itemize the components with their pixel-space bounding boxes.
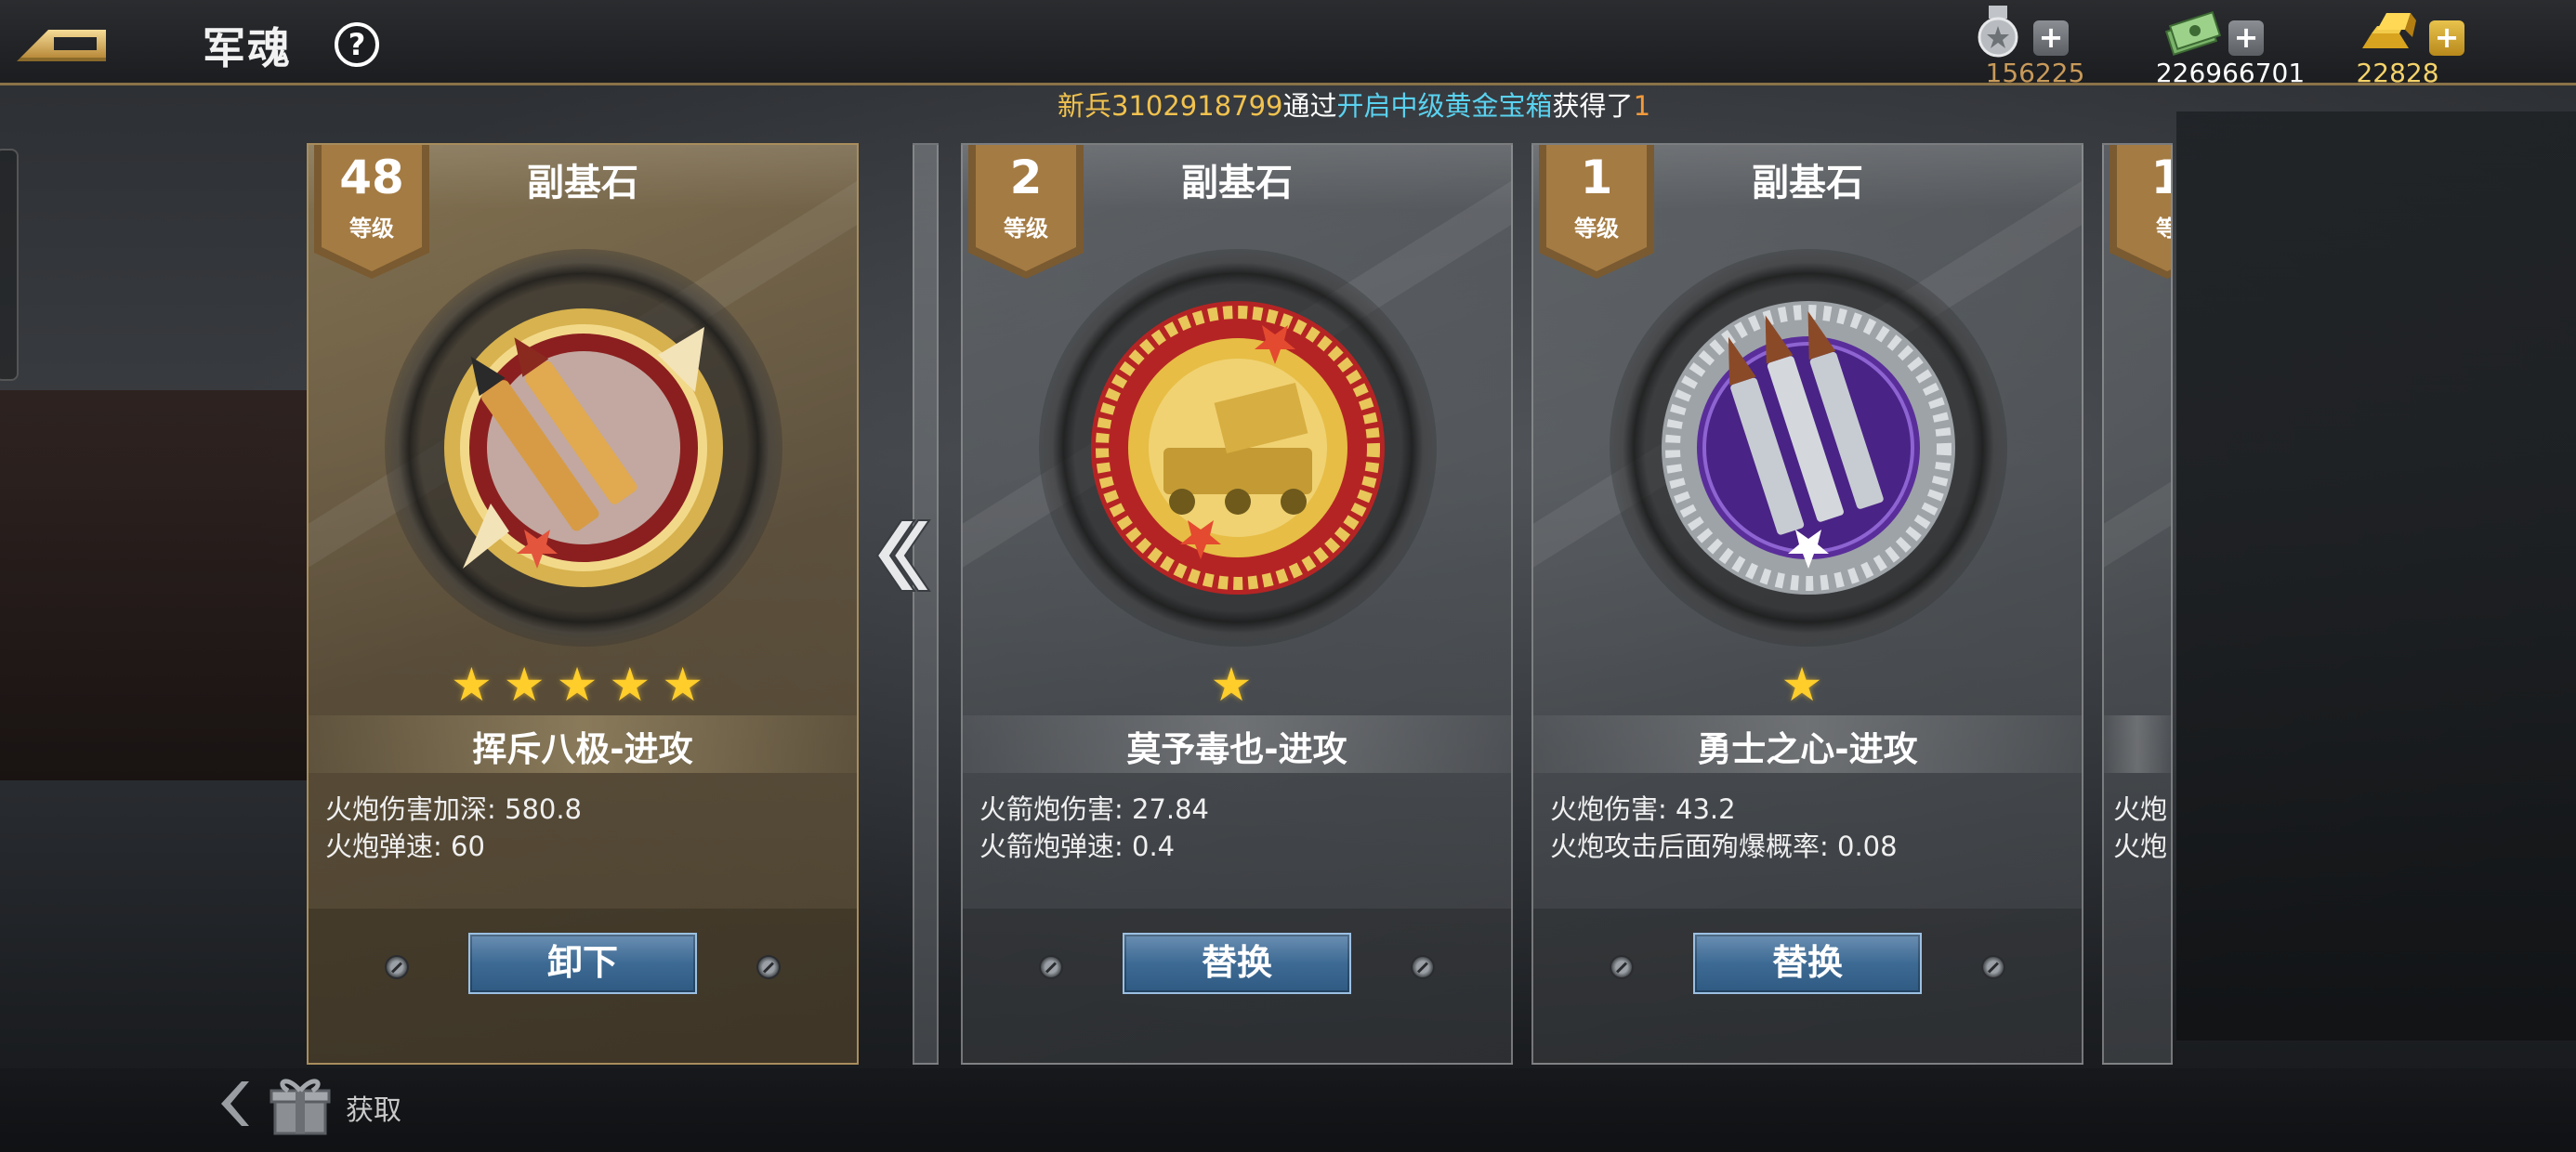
slot-indicator-icon: [385, 955, 409, 979]
stat-line: 火炮伤害加深: 580.8: [325, 793, 583, 825]
unequip-button[interactable]: 卸下: [468, 933, 697, 994]
background-decor-left: [0, 390, 307, 780]
ticker-got: 获得了: [1552, 90, 1634, 122]
medal-count: 156225: [1985, 58, 2085, 88]
slot-indicator-icon: [1981, 955, 2005, 979]
soul-card[interactable]: 副基石 48 等级 ★★★★★ 挥斥八极-进攻 火炮伤害加深: 580.8 火炮…: [307, 143, 859, 1065]
ticker-chest: 开启中级黄金宝箱: [1336, 90, 1553, 122]
cash-icon: [2164, 10, 2222, 57]
slot-indicator-icon: [756, 955, 781, 979]
chevron-left-icon[interactable]: [214, 1078, 251, 1130]
slot-indicator-icon: [1411, 955, 1435, 979]
stat-line: 火炮弹速: 60: [325, 831, 485, 862]
add-gold-button[interactable]: +: [2429, 20, 2464, 56]
card-name: 莫予毒也-进攻: [1126, 729, 1347, 769]
stat-line: 火箭炮伤害: 27.84: [979, 793, 1210, 825]
card-name: 勇士之心-进攻: [1697, 729, 1918, 769]
currency-medal: + 156225: [1933, 6, 2137, 88]
ticker-reward: 1: [1633, 90, 1651, 122]
replace-button[interactable]: 替换: [1693, 933, 1922, 994]
level-badge: 48 等级: [314, 145, 429, 279]
soul-card-partial[interactable]: 1 等 火炮 火炮: [2102, 143, 2173, 1065]
star-rating: ★: [1781, 658, 1834, 712]
add-medal-button[interactable]: +: [2033, 20, 2069, 56]
gift-box-icon[interactable]: [268, 1070, 333, 1137]
currency-gold: + 22828: [2295, 6, 2500, 88]
help-icon[interactable]: ?: [335, 22, 379, 67]
stat-line: 火炮攻击后面殉爆概率: 0.08: [1550, 831, 1898, 862]
side-tab[interactable]: [0, 149, 19, 381]
level-badge: 1 等级: [1539, 145, 1654, 279]
card-name: 挥斥八极-进攻: [472, 729, 693, 769]
stat-line: 火炮: [2113, 831, 2168, 862]
soul-card[interactable]: 副基石 2 等级 ★ 莫予毒也-进攻 火箭炮伤害: 27.84 火箭炮弹速: 0…: [961, 143, 1513, 1065]
star-rating: ★★★★★: [450, 658, 716, 712]
ticker-player: 新兵3102918799: [1058, 90, 1283, 122]
card-divider: [913, 143, 939, 1065]
medal-icon: [1978, 6, 2018, 58]
acquire-link[interactable]: 获取: [346, 1087, 401, 1128]
page-title: 军魂: [203, 23, 292, 73]
soul-card[interactable]: 副基石 1 等级 ★ 勇士之心-进攻 火炮伤害: 43.2 火炮攻击后面殉爆概率…: [1531, 143, 2083, 1065]
slot-indicator-icon: [1610, 955, 1634, 979]
bullets-medal-icon: [444, 308, 723, 587]
gold-count: 22828: [2356, 58, 2439, 88]
top-bar: 军魂 ? + 156225 + 226966701 + 22828: [0, 0, 2576, 88]
stat-line: 火炮: [2113, 793, 2168, 825]
background-decor-right: [2176, 111, 2576, 1041]
replace-button[interactable]: 替换: [1123, 933, 1351, 994]
level-badge: 2 等级: [968, 145, 1084, 279]
stat-line: 火箭炮弹速: 0.4: [979, 831, 1176, 862]
double-chevron-left-icon[interactable]: [864, 517, 931, 595]
level-badge: 1 等: [2109, 145, 2171, 279]
back-arrow-icon[interactable]: [17, 17, 113, 65]
broadcast-ticker: 新兵3102918799通过开启中级黄金宝箱获得了1: [1058, 85, 1662, 126]
ticker-via: 通过: [1282, 90, 1337, 122]
star-rating: ★: [1210, 658, 1264, 712]
add-cash-button[interactable]: +: [2228, 20, 2264, 56]
rocket-launcher-medal-icon: [1091, 301, 1385, 595]
shells-medal-icon: [1662, 301, 1955, 595]
gold-bars-icon: [2362, 13, 2416, 48]
stat-line: 火炮伤害: 43.2: [1550, 793, 1736, 825]
slot-indicator-icon: [1039, 955, 1063, 979]
